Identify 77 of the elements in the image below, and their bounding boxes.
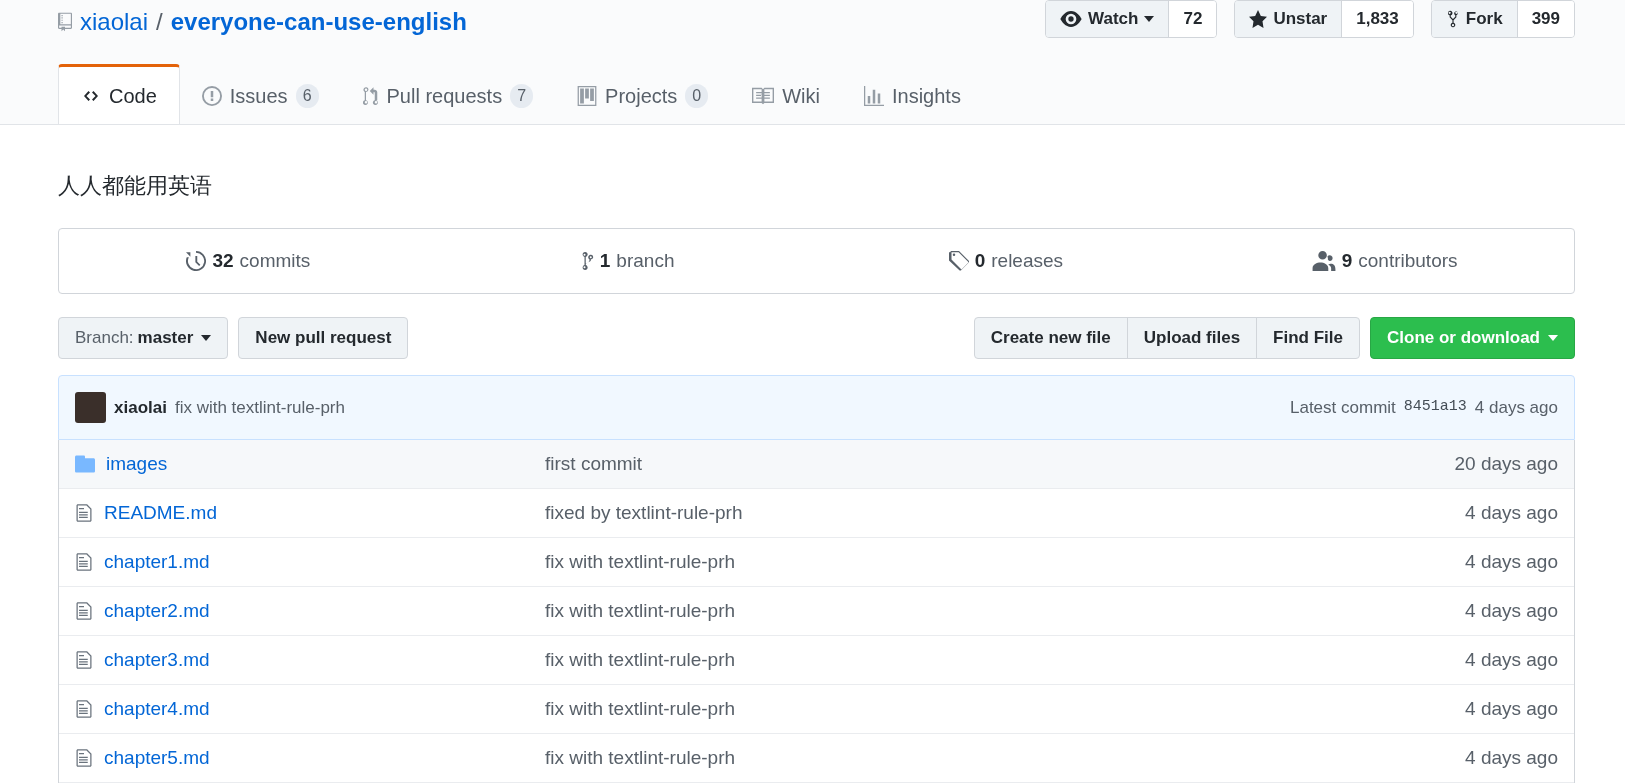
fork-button[interactable]: Fork bbox=[1431, 1, 1518, 37]
latest-commit-label: Latest commit bbox=[1290, 396, 1396, 419]
pull-request-icon bbox=[362, 85, 379, 106]
file-link[interactable]: chapter3.md bbox=[104, 645, 210, 675]
file-link[interactable]: README.md bbox=[104, 498, 217, 528]
commit-sha[interactable]: 8451a13 bbox=[1403, 396, 1467, 419]
count-badge: 6 bbox=[295, 83, 319, 108]
book-icon bbox=[752, 86, 775, 105]
bar-chart-icon bbox=[864, 85, 884, 106]
star-count[interactable]: 1,833 bbox=[1342, 1, 1413, 37]
summary-link[interactable]: 0 releases bbox=[948, 246, 1064, 276]
commit-message-link[interactable]: fix with textlint-rule-prh bbox=[545, 694, 1466, 724]
commit-message-link[interactable]: fix with textlint-rule-prh bbox=[545, 547, 1466, 577]
fork-count[interactable]: 399 bbox=[1517, 1, 1574, 37]
watch-button[interactable]: Watch bbox=[1046, 1, 1170, 37]
commit-age: 4 days ago bbox=[1465, 598, 1558, 623]
document-icon bbox=[75, 503, 93, 523]
tag-icon bbox=[948, 251, 969, 271]
document-icon bbox=[75, 748, 93, 768]
folder-link[interactable]: images bbox=[106, 449, 168, 479]
caret-icon bbox=[201, 335, 212, 341]
file-action-button[interactable]: Create new file bbox=[973, 317, 1128, 359]
count-badge: 0 bbox=[685, 83, 709, 108]
star-icon bbox=[1249, 10, 1268, 28]
branch-dropdown[interactable]: Branch: master bbox=[58, 317, 229, 359]
caret-icon bbox=[1548, 335, 1558, 341]
commit-age: 4 days ago bbox=[1465, 647, 1558, 672]
file-link[interactable]: chapter5.md bbox=[104, 743, 210, 773]
commit-age: 4 days ago bbox=[1465, 696, 1558, 721]
commit-age: 4 days ago bbox=[1465, 549, 1558, 574]
file-link[interactable]: chapter1.md bbox=[104, 547, 210, 577]
repo-tab[interactable]: Projects 0 bbox=[555, 64, 731, 124]
commit-age: 20 days ago bbox=[1454, 451, 1558, 476]
star-button[interactable]: Unstar bbox=[1235, 1, 1343, 37]
fork-icon bbox=[1445, 10, 1460, 28]
folder-icon bbox=[75, 455, 95, 473]
caret-icon bbox=[1144, 16, 1155, 22]
document-icon bbox=[75, 699, 93, 719]
path-separator: / bbox=[156, 7, 163, 37]
summary-link[interactable]: 32 commits bbox=[186, 246, 311, 276]
watch-count[interactable]: 72 bbox=[1169, 1, 1217, 37]
commit-message-link[interactable]: fix with textlint-rule-prh bbox=[545, 645, 1466, 675]
summary-link[interactable]: 1 branch bbox=[579, 246, 675, 276]
commit-author[interactable]: xiaolai bbox=[114, 394, 167, 421]
avatar-placeholder bbox=[75, 392, 106, 423]
history-icon bbox=[186, 251, 207, 271]
people-icon bbox=[1311, 251, 1336, 271]
document-icon bbox=[75, 650, 93, 670]
repo-owner-link[interactable]: xiaolai bbox=[80, 4, 149, 40]
board-icon bbox=[577, 85, 598, 106]
repo-tab[interactable]: Code bbox=[58, 64, 180, 124]
document-icon bbox=[75, 601, 93, 621]
commit-age: 4 days ago bbox=[1474, 396, 1558, 419]
eye-icon bbox=[1060, 11, 1083, 27]
repo-description: 人人都能用英语 bbox=[58, 172, 213, 200]
repo-name-link[interactable]: everyone-can-use-english bbox=[170, 4, 467, 40]
commit-age: 4 days ago bbox=[1465, 500, 1558, 525]
repo-tab[interactable]: Wiki bbox=[730, 64, 842, 124]
file-action-button[interactable]: Find File bbox=[1256, 317, 1360, 359]
file-link[interactable]: chapter4.md bbox=[104, 694, 210, 724]
count-badge: 7 bbox=[510, 83, 534, 108]
repo-tab[interactable]: Insights bbox=[842, 64, 983, 124]
circle-exclamation-icon bbox=[201, 85, 222, 106]
file-link[interactable]: chapter2.md bbox=[104, 596, 210, 626]
commit-message-link[interactable]: first commit bbox=[545, 449, 1455, 479]
commit-message-link[interactable]: fixed by textlint-rule-prh bbox=[545, 498, 1466, 528]
repo-tab[interactable]: Pull requests 7 bbox=[340, 64, 556, 124]
commit-message-link[interactable]: fix with textlint-rule-prh bbox=[545, 596, 1466, 626]
document-icon bbox=[75, 552, 93, 572]
new-pull-request-button[interactable]: New pull request bbox=[238, 317, 409, 359]
repo-icon bbox=[58, 10, 72, 34]
summary-link[interactable]: 9 contributors bbox=[1311, 246, 1458, 276]
file-action-button[interactable]: Upload files bbox=[1126, 317, 1258, 359]
commit-age: 4 days ago bbox=[1465, 745, 1558, 770]
commit-message[interactable]: fix with textlint-rule-prh bbox=[174, 394, 345, 421]
commit-message-link[interactable]: fix with textlint-rule-prh bbox=[545, 743, 1466, 773]
repo-tab[interactable]: Issues 6 bbox=[179, 64, 341, 124]
